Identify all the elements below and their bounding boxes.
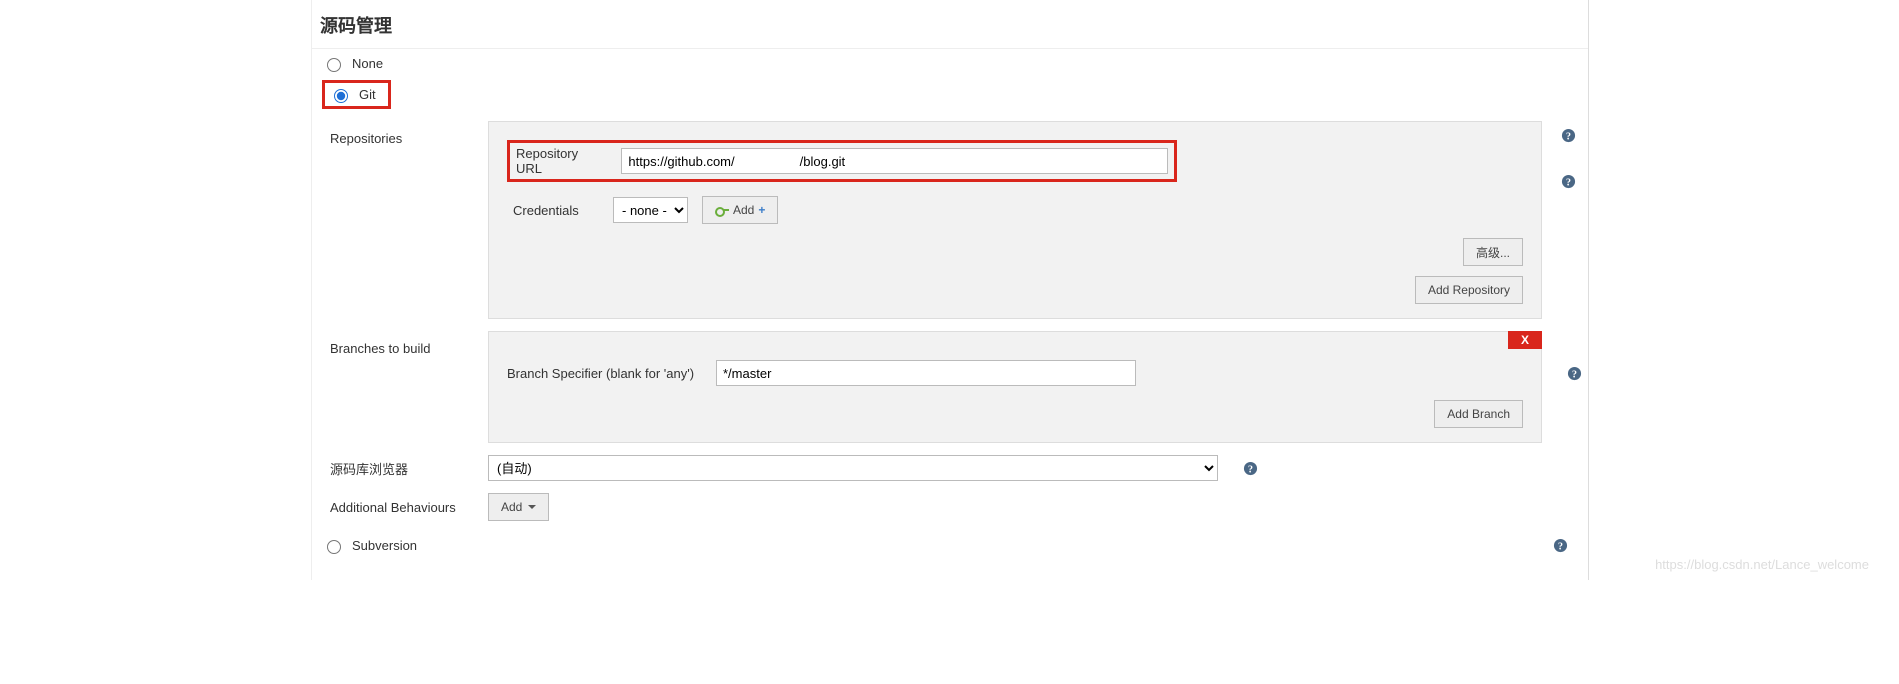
remove-branch-button[interactable]: X	[1508, 331, 1542, 349]
credentials-select[interactable]: - none -	[613, 197, 688, 223]
radio-none-label: None	[352, 56, 383, 71]
repo-url-label: Repository URL	[516, 146, 607, 176]
radio-git-label: Git	[359, 87, 376, 102]
credentials-label: Credentials	[507, 203, 599, 218]
repositories-label: Repositories	[330, 121, 470, 146]
key-icon	[715, 205, 729, 215]
add-repository-button[interactable]: Add Repository	[1415, 276, 1523, 304]
svg-text:?: ?	[1247, 464, 1252, 475]
help-icon[interactable]: ?	[1552, 538, 1568, 554]
svg-text:?: ?	[1571, 369, 1576, 380]
repo-browser-select[interactable]: (自动)	[488, 455, 1218, 481]
svg-text:?: ?	[1557, 541, 1562, 552]
repo-url-highlight: Repository URL	[507, 140, 1177, 182]
svg-text:?: ?	[1565, 131, 1570, 142]
watermark: https://blog.csdn.net/Lance_welcome	[1655, 557, 1869, 572]
radio-git[interactable]	[334, 89, 348, 103]
advanced-button[interactable]: 高级...	[1463, 238, 1523, 266]
help-icon[interactable]: ?	[1242, 460, 1258, 476]
additional-behaviours-label: Additional Behaviours	[330, 500, 470, 515]
scm-option-git[interactable]: Git	[322, 80, 391, 109]
scm-option-subversion[interactable]: Subversion ?	[312, 531, 1588, 560]
svg-text:?: ?	[1565, 177, 1570, 188]
help-icon[interactable]: ?	[1560, 127, 1576, 143]
branch-specifier-input[interactable]	[716, 360, 1136, 386]
branches-panel: X Branch Specifier (blank for 'any') Add…	[488, 331, 1542, 443]
repositories-panel: Repository URL Credentials - none - Add+	[488, 121, 1542, 319]
radio-subversion[interactable]	[327, 540, 341, 554]
help-icon[interactable]: ?	[1566, 365, 1582, 381]
repo-url-input[interactable]	[621, 148, 1168, 174]
radio-none[interactable]	[327, 58, 341, 72]
branch-specifier-label: Branch Specifier (blank for 'any')	[507, 366, 702, 381]
radio-subversion-label: Subversion	[352, 538, 417, 553]
section-title: 源码管理	[312, 0, 1588, 49]
help-icon[interactable]: ?	[1560, 173, 1576, 189]
branches-label: Branches to build	[330, 331, 470, 356]
add-branch-button[interactable]: Add Branch	[1434, 400, 1523, 428]
add-behaviour-button[interactable]: Add	[488, 493, 549, 521]
repo-browser-label: 源码库浏览器	[330, 459, 470, 478]
scm-option-none[interactable]: None	[312, 49, 1588, 78]
credentials-add-button[interactable]: Add+	[702, 196, 778, 224]
